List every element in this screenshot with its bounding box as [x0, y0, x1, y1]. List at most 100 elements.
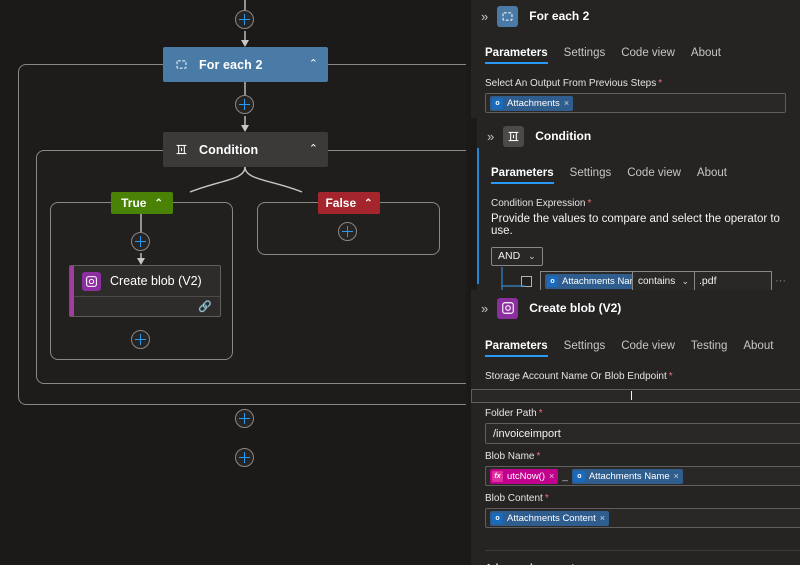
chevron-down-icon: ⌄ — [681, 275, 689, 286]
collapse-icon[interactable]: » — [481, 10, 488, 23]
branch-true-text: True — [121, 196, 147, 210]
collapse-icon[interactable]: » — [487, 130, 494, 143]
node-create-blob[interactable]: Create blob (V2) 🔗 — [69, 265, 221, 317]
condition-right-input[interactable]: .pdf — [694, 270, 772, 292]
tab-settings[interactable]: Settings — [570, 167, 612, 184]
select-output-input[interactable]: o Attachments × — [485, 93, 786, 113]
collapse-icon[interactable]: » — [481, 302, 488, 315]
tab-code-view[interactable]: Code view — [621, 47, 675, 64]
required-marker: * — [658, 78, 663, 89]
tab-about[interactable]: About — [691, 47, 721, 64]
outlook-icon: o — [573, 470, 585, 482]
field-condition-expression: Condition Expression * Provide the values… — [477, 198, 800, 237]
remove-token-icon[interactable]: × — [549, 471, 554, 481]
condition-row-overflow-icon[interactable]: ··· — [775, 275, 786, 287]
condition-right-value: .pdf — [699, 275, 717, 287]
chevron-up-icon[interactable]: ⌃ — [309, 59, 318, 70]
field-storage-account: Storage Account Name Or Blob Endpoint * — [471, 371, 800, 382]
node-title: Create blob (V2) — [110, 274, 202, 288]
remove-token-icon[interactable]: × — [600, 513, 605, 523]
link-chain-icon[interactable]: 🔗 — [198, 300, 212, 313]
tab-code-view[interactable]: Code view — [621, 340, 675, 357]
field-label: Condition Expression * — [491, 198, 592, 209]
condition-fields: o Attachments Name × contains ⌄ .pdf — [540, 270, 772, 292]
tab-code-view[interactable]: Code view — [627, 167, 681, 184]
token-attachments-content[interactable]: o Attachments Content × — [490, 510, 609, 526]
panel-for-each-2[interactable]: » For each 2 Parameters Settings Code vi… — [471, 0, 800, 118]
required-marker: * — [587, 198, 592, 209]
required-marker: * — [668, 371, 673, 382]
blob-name-input[interactable]: fx utcNow() × _ o Attachments Name × — [485, 466, 800, 486]
required-marker: * — [538, 408, 543, 419]
add-step-button[interactable] — [131, 330, 150, 349]
panel-create-blob[interactable]: » Create blob (V2) Parameters Settings C… — [471, 290, 800, 565]
tab-testing[interactable]: Testing — [691, 340, 727, 357]
tab-settings[interactable]: Settings — [564, 47, 606, 64]
panel-header: » Condition — [477, 118, 800, 150]
logic-operator-dropdown[interactable]: AND ⌄ — [491, 246, 543, 266]
required-marker: * — [544, 493, 549, 504]
chevron-up-icon[interactable]: ⌃ — [364, 198, 372, 209]
panel-title: Create blob (V2) — [529, 301, 622, 315]
node-for-each-2[interactable]: For each 2 ⌃ — [163, 47, 328, 82]
token-attachments-name[interactable]: o Attachments Name × — [571, 468, 683, 484]
token-label: utcNow() — [507, 470, 546, 482]
storage-account-combobox[interactable] — [471, 386, 800, 403]
field-label: Folder Path * — [485, 408, 543, 419]
add-step-button[interactable] — [235, 409, 254, 428]
field-label: Storage Account Name Or Blob Endpoint * — [485, 371, 673, 382]
outlook-icon: o — [492, 97, 503, 109]
node-footer: 🔗 — [70, 297, 220, 316]
tab-about[interactable]: About — [697, 167, 727, 184]
panel-tabs[interactable]: Parameters Settings Code view About — [477, 160, 800, 184]
add-step-button[interactable] — [235, 10, 254, 29]
branch-label-true[interactable]: True ⌃ — [111, 192, 173, 214]
app-root: For each 2 ⌃ Condition ⌃ True ⌃ False ⌃ … — [0, 0, 800, 565]
panel-tabs[interactable]: Parameters Settings Code view Testing Ab… — [471, 333, 800, 357]
section-divider — [485, 550, 800, 551]
tab-parameters[interactable]: Parameters — [491, 167, 554, 184]
add-step-button[interactable] — [235, 448, 254, 467]
workflow-canvas[interactable]: For each 2 ⌃ Condition ⌃ True ⌃ False ⌃ … — [0, 0, 466, 565]
function-icon: fx — [492, 470, 503, 482]
condition-row: o Attachments Name × contains ⌄ .pdf — [491, 270, 786, 292]
panel-tabs[interactable]: Parameters Settings Code view About — [471, 40, 800, 64]
chevron-up-icon[interactable]: ⌃ — [154, 198, 162, 209]
tab-about[interactable]: About — [743, 340, 773, 357]
tab-parameters[interactable]: Parameters — [485, 47, 548, 64]
logic-operator-value: AND — [498, 250, 521, 262]
field-blob-name: Blob Name * fx utcNow() × _ o Attachments… — [471, 451, 800, 486]
add-step-button[interactable] — [235, 95, 254, 114]
folder-path-input[interactable]: /invoiceimport — [485, 423, 800, 444]
token-label: Attachments — [507, 97, 560, 109]
text-caret — [631, 391, 632, 400]
token-utcnow[interactable]: fx utcNow() × — [490, 468, 559, 484]
node-header: Create blob (V2) — [70, 266, 220, 297]
field-label: Blob Content * — [485, 493, 549, 504]
folder-path-value: /invoiceimport — [493, 427, 561, 440]
node-condition[interactable]: Condition ⌃ — [163, 132, 328, 167]
required-marker: * — [536, 451, 541, 462]
condition-panel-accent — [477, 148, 479, 284]
branch-label-false[interactable]: False ⌃ — [318, 192, 380, 214]
add-step-button[interactable] — [131, 232, 150, 251]
remove-token-icon[interactable]: × — [564, 98, 569, 108]
field-blob-content: Blob Content * o Attachments Content × — [471, 493, 800, 528]
condition-operator-dropdown[interactable]: contains ⌄ — [632, 270, 694, 292]
field-folder-path: Folder Path * /invoiceimport — [471, 408, 800, 444]
foreach-icon — [173, 57, 189, 73]
blob-content-input[interactable]: o Attachments Content × — [485, 508, 800, 528]
foreach-icon — [497, 5, 519, 27]
tab-settings[interactable]: Settings — [564, 340, 606, 357]
add-step-button[interactable] — [338, 222, 357, 241]
remove-token-icon[interactable]: × — [674, 471, 679, 481]
tab-parameters[interactable]: Parameters — [485, 340, 548, 357]
token-label: Attachments Name — [562, 275, 643, 287]
field-label: Select An Output From Previous Steps * — [485, 78, 663, 89]
blob-storage-icon — [82, 271, 101, 291]
chevron-up-icon[interactable]: ⌃ — [309, 144, 318, 155]
condition-left-input[interactable]: o Attachments Name × — [540, 270, 657, 292]
token-separator: _ — [562, 470, 568, 482]
token-attachments[interactable]: o Attachments × — [490, 95, 574, 111]
panel-condition[interactable]: » Condition Parameters Settings Code vie… — [477, 118, 800, 315]
